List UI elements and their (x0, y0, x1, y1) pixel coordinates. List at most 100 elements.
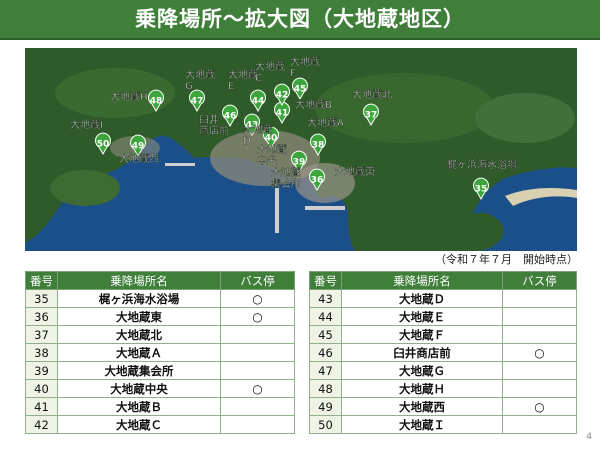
marker-number: 50 (97, 140, 110, 150)
stop-name: 大地蔵集会所 (57, 361, 221, 380)
map-place-label: 大地蔵A (307, 116, 344, 129)
satellite-map: 35363738394041424344454647484950 大地蔵 D大地蔵… (25, 48, 577, 251)
bus-stop-mark (220, 397, 295, 416)
stop-name: 大地蔵Ｃ (57, 415, 221, 434)
stop-name: 大地蔵北 (57, 325, 221, 344)
header-bus: バス停 (502, 271, 577, 290)
stop-number: 45 (309, 325, 342, 344)
marker-number: 41 (276, 109, 289, 119)
map-place-label: 大地蔵B (295, 98, 332, 111)
stop-name: 大地蔵Ｆ (341, 325, 503, 344)
stop-name: 大地蔵Ｇ (341, 361, 503, 380)
table-row: 50 大地蔵Ｉ (309, 415, 577, 434)
map-place-label: 大地蔵東 (335, 165, 375, 178)
bus-stop-mark (502, 307, 577, 326)
page-title: 乗降場所〜拡大図（大地蔵地区） (0, 0, 600, 40)
map-place-label: 大地蔵集会所 (271, 166, 301, 190)
bus-stop-mark (220, 343, 295, 362)
stop-number: 38 (25, 343, 58, 362)
forest-patch (50, 170, 120, 206)
bus-stop-mark: ○ (220, 289, 295, 308)
stop-number: 50 (309, 415, 342, 434)
table-row: 47 大地蔵Ｇ (309, 361, 577, 380)
map-place-label: 大地蔵I (70, 118, 103, 131)
page-number: 4 (586, 432, 592, 442)
stop-name: 大地蔵Ｂ (57, 397, 221, 416)
stop-name: 大地蔵Ａ (57, 343, 221, 362)
stop-name: 大地蔵Ｈ (341, 379, 503, 398)
bus-stop-mark (502, 415, 577, 434)
table-row: 37 大地蔵北 (25, 325, 295, 344)
marker-number: 46 (224, 112, 237, 122)
marker-number: 48 (150, 97, 163, 107)
map-place-label: 大地蔵西 (119, 152, 159, 165)
table-row: 38 大地蔵Ａ (25, 343, 295, 362)
header-name: 乗降場所名 (341, 271, 503, 290)
stop-name: 臼井商店前 (341, 343, 503, 362)
marker-number: 38 (312, 141, 325, 151)
table-row: 35 梶ヶ浜海水浴場 ○ (25, 289, 295, 308)
marker-number: 35 (475, 185, 488, 195)
marker-number: 37 (365, 111, 378, 121)
stop-number: 46 (309, 343, 342, 362)
bus-stop-mark (220, 325, 295, 344)
table-row: 36 大地蔵東 ○ (25, 307, 295, 326)
marker-number: 49 (132, 142, 145, 152)
header-num: 番号 (25, 271, 58, 290)
stop-name: 大地蔵Ｄ (341, 289, 503, 308)
stop-number: 36 (25, 307, 58, 326)
pier (165, 163, 195, 166)
stops-table-right: 番号 乗降場所名 バス停 43 大地蔵Ｄ 44 大地蔵Ｅ 45 大地蔵Ｆ 46 臼井商店前 ○ 4… (309, 271, 577, 434)
forest-patch (315, 73, 495, 143)
table-row: 44 大地蔵Ｅ (309, 307, 577, 326)
bus-stop-mark: ○ (502, 397, 577, 416)
table-row: 46 臼井商店前 ○ (309, 343, 577, 362)
header-name: 乗降場所名 (57, 271, 221, 290)
pier (305, 206, 345, 210)
stops-table-left: 番号 乗降場所名 バス停 35 梶ヶ浜海水浴場 ○ 36 大地蔵東 ○ 37 大地蔵北 38 大地… (25, 271, 295, 434)
table-row: 42 大地蔵Ｃ (25, 415, 295, 434)
table-row: 45 大地蔵Ｆ (309, 325, 577, 344)
table-row: 43 大地蔵Ｄ (309, 289, 577, 308)
stop-number: 35 (25, 289, 58, 308)
marker-number: 39 (293, 158, 306, 168)
header-bus: バス停 (220, 271, 295, 290)
marker-number: 47 (191, 97, 204, 107)
marker-number: 45 (294, 85, 307, 95)
stop-name: 大地蔵Ｅ (341, 307, 503, 326)
bus-stop-mark: ○ (502, 343, 577, 362)
map-place-label: 大地蔵H (110, 90, 148, 103)
stop-number: 42 (25, 415, 58, 434)
table-row: 40 大地蔵中央 ○ (25, 379, 295, 398)
stop-number: 37 (25, 325, 58, 344)
stop-name: 大地蔵西 (341, 397, 503, 416)
stop-number: 43 (309, 289, 342, 308)
stop-number: 47 (309, 361, 342, 380)
marker-number: 44 (252, 97, 265, 107)
bus-stop-mark (502, 289, 577, 308)
header-num: 番号 (309, 271, 342, 290)
bus-stop-mark (502, 325, 577, 344)
stop-number: 44 (309, 307, 342, 326)
stop-number: 39 (25, 361, 58, 380)
stop-name: 大地蔵東 (57, 307, 221, 326)
bus-stop-mark: ○ (220, 379, 295, 398)
marker-number: 36 (311, 176, 324, 186)
stop-number: 49 (309, 397, 342, 416)
bus-stop-mark (220, 361, 295, 380)
stop-number: 40 (25, 379, 58, 398)
map-place-label: 大地蔵北 (352, 88, 392, 101)
pier (275, 188, 279, 233)
bus-stop-mark (502, 361, 577, 380)
stop-name: 大地蔵Ｉ (341, 415, 503, 434)
stop-name: 大地蔵中央 (57, 379, 221, 398)
table-row: 41 大地蔵Ｂ (25, 397, 295, 416)
stop-name: 梶ヶ浜海水浴場 (57, 289, 221, 308)
bus-stop-mark: ○ (220, 307, 295, 326)
stop-number: 48 (309, 379, 342, 398)
forest-patch (475, 93, 575, 143)
table-row: 49 大地蔵西 ○ (309, 397, 577, 416)
bus-stop-mark (502, 379, 577, 398)
area-map: 35 36 37 38 39 40 41 42 43 44 45 46 47 48 49 50 大地蔵 D 大地蔵… (25, 48, 577, 251)
map-place-label: 梶ヶ浜海水浴場 (447, 158, 517, 171)
